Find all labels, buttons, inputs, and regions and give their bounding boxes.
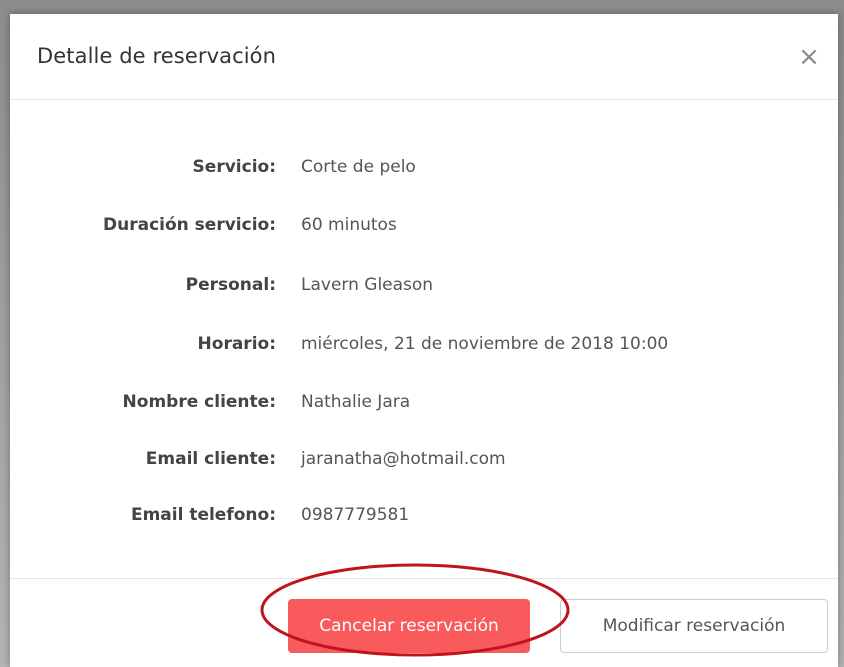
cancel-reservation-button[interactable]: Cancelar reservación bbox=[288, 599, 530, 653]
detail-label: Servicio: bbox=[192, 157, 276, 177]
detail-row-email-cliente: Email cliente: jaranatha@hotmail.com bbox=[10, 444, 838, 474]
detail-label: Email cliente: bbox=[145, 449, 276, 469]
detail-label: Email telefono: bbox=[130, 505, 276, 525]
detail-row-nombre-cliente: Nombre cliente: Nathalie Jara bbox=[10, 387, 838, 417]
reservation-detail-modal: Detalle de reservación × Servicio: Corte… bbox=[10, 14, 838, 667]
close-icon: × bbox=[798, 42, 820, 72]
modal-header: Detalle de reservación × bbox=[10, 14, 838, 100]
detail-value: miércoles, 21 de noviembre de 2018 10:00 bbox=[301, 334, 669, 354]
detail-value: Lavern Gleason bbox=[301, 275, 434, 295]
detail-row-personal: Personal: Lavern Gleason bbox=[10, 270, 838, 300]
detail-value: jaranatha@hotmail.com bbox=[301, 449, 506, 469]
modal-title: Detalle de reservación bbox=[37, 44, 277, 68]
detail-label: Personal: bbox=[185, 275, 276, 295]
detail-value: Nathalie Jara bbox=[301, 392, 411, 412]
modal-footer: Cancelar reservación Modificar reservaci… bbox=[10, 578, 838, 667]
detail-label: Duración servicio: bbox=[103, 215, 276, 235]
detail-value: 0987779581 bbox=[301, 505, 410, 525]
detail-row-horario: Horario: miércoles, 21 de noviembre de 2… bbox=[10, 329, 838, 359]
screenshot-frame: Detalle de reservación × Servicio: Corte… bbox=[0, 0, 844, 667]
close-button[interactable]: × bbox=[794, 42, 824, 72]
detail-value: 60 minutos bbox=[301, 215, 397, 235]
detail-value: Corte de pelo bbox=[301, 157, 416, 177]
modal-body: Servicio: Corte de pelo Duración servici… bbox=[10, 100, 838, 578]
detail-row-duracion: Duración servicio: 60 minutos bbox=[10, 210, 838, 240]
detail-row-servicio: Servicio: Corte de pelo bbox=[10, 152, 838, 182]
detail-label: Horario: bbox=[197, 334, 276, 354]
modify-reservation-button[interactable]: Modificar reservación bbox=[560, 599, 828, 653]
detail-row-telefono: Email telefono: 0987779581 bbox=[10, 500, 838, 530]
detail-label: Nombre cliente: bbox=[122, 392, 276, 412]
